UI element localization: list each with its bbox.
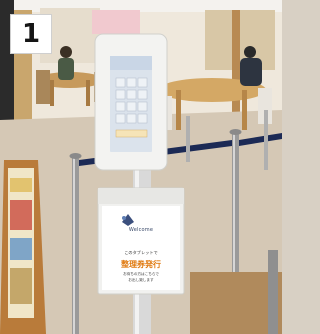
pink-banner — [92, 10, 140, 34]
sign-highlight: 整理券発行 — [121, 260, 161, 269]
foreground-post — [268, 250, 278, 334]
sign-line-1: このタブレットで — [124, 250, 158, 255]
sign-line-3: お出し致します — [128, 278, 154, 282]
chair-1 — [36, 70, 50, 104]
step-number-badge: 1 — [10, 14, 52, 54]
person-left-body — [58, 58, 74, 80]
person-right-body — [240, 58, 262, 86]
person-right-head — [244, 46, 256, 58]
person-left-head — [60, 46, 72, 58]
step-number: 1 — [21, 19, 41, 49]
sign-brand-text: Welcome — [128, 227, 154, 233]
sign-line-2: お待ちの方はこちらで — [123, 272, 159, 276]
